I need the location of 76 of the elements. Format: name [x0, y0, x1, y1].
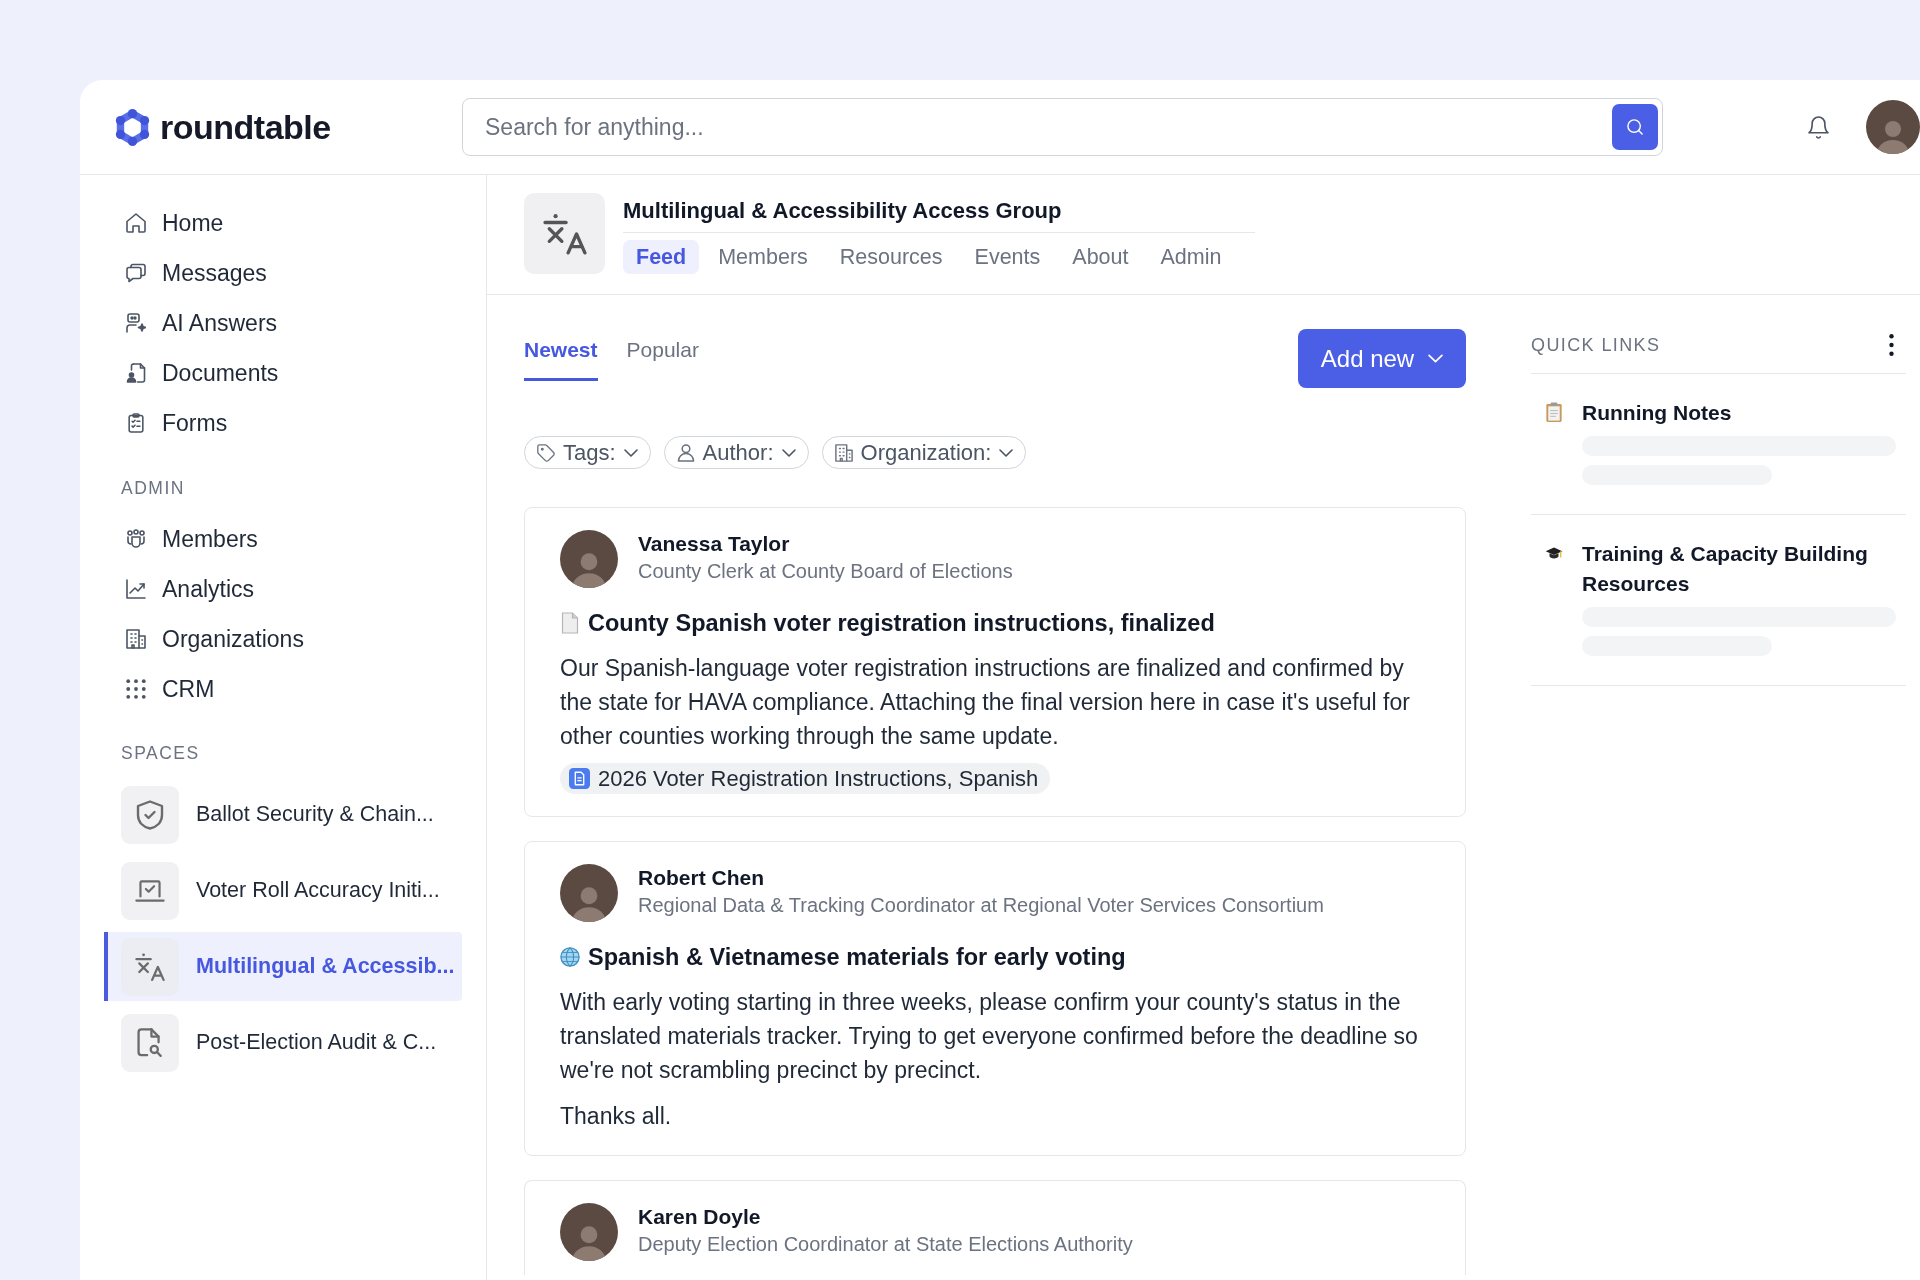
space-item[interactable]: Voter Roll Accuracy Initi... — [104, 856, 462, 925]
search-button[interactable] — [1612, 104, 1658, 150]
sidebar-item[interactable]: Analytics — [104, 564, 462, 614]
sidebar-item[interactable]: Forms — [104, 398, 462, 448]
avatar-placeholder[interactable] — [560, 864, 618, 922]
page-icon — [560, 612, 580, 634]
more-icon[interactable] — [1889, 334, 1894, 356]
chevron-down-icon — [1428, 354, 1444, 363]
quick-link[interactable]: Training & Capacity Building Resources — [1582, 539, 1896, 599]
file-search-icon — [121, 1013, 179, 1072]
dot-grid-icon — [126, 679, 146, 699]
space-item[interactable]: Multilingual & Accessib... — [104, 932, 462, 1001]
author-name[interactable]: Karen Doyle — [638, 1203, 1133, 1231]
post-title[interactable]: Spanish & Vietnamese materials for early voting — [588, 941, 1126, 973]
group-title: Multilingual & Accessibility Access Group — [623, 198, 1062, 223]
author-role: Deputy Election Coordinator at State Elections Authority — [638, 1232, 1133, 1257]
document-person-icon — [126, 363, 146, 383]
tab[interactable]: Members — [705, 240, 821, 274]
translate-icon — [121, 937, 179, 996]
post-body: With early voting starting in three weeks, please confirm your county's status in the translated materials tracker. Trying to get everyone confirmed before the deadline so we're not scrambling precinct by precinct. — [560, 988, 1419, 1085]
clipboard-icon — [1545, 402, 1563, 423]
logo-icon[interactable] — [114, 108, 151, 146]
add-new-button[interactable]: Add new — [1298, 329, 1466, 388]
sidebar-item[interactable]: AI Answers — [104, 298, 462, 348]
author-role: County Clerk at County Board of Elections — [638, 559, 1013, 584]
chevron-down-icon — [999, 448, 1014, 457]
post-title[interactable]: County Spanish voter registration instructions, finalized — [588, 607, 1215, 639]
chevron-down-icon — [623, 448, 638, 457]
space-item[interactable]: Ballot Security & Chain... — [104, 780, 462, 849]
section-label: ADMIN — [121, 478, 185, 498]
sidebar-item[interactable]: Members — [104, 514, 462, 564]
section-label: SPACES — [121, 743, 200, 763]
sidebar-item[interactable]: Documents — [104, 348, 462, 398]
home-icon — [126, 213, 146, 233]
author-name[interactable]: Robert Chen — [638, 864, 1324, 892]
avatar-placeholder[interactable] — [560, 530, 618, 588]
shield-check-icon — [121, 785, 179, 844]
tag-icon — [537, 443, 555, 462]
tab[interactable]: Resources — [826, 240, 956, 274]
quick-link[interactable]: Running Notes — [1582, 398, 1896, 428]
tab[interactable]: About — [1059, 240, 1142, 274]
post-body: Thanks all. — [560, 1102, 673, 1131]
brand-name: roundtable — [160, 107, 331, 147]
search-icon — [1627, 119, 1643, 135]
tab[interactable]: Events — [961, 240, 1054, 274]
sidebar-item[interactable]: Messages — [104, 248, 462, 298]
search-field[interactable]: Search for anything... — [462, 98, 1663, 156]
laptop-check-icon — [121, 861, 179, 920]
chevron-down-icon — [781, 448, 796, 457]
attachment-link[interactable]: 2026 Voter Registration Instructions, Spanish — [560, 763, 1051, 794]
post-body: Our Spanish-language voter registration instructions are finalized and confirmed by the state for HAVA compliance. Attaching the final version here in case it's useful for other counties working through the same update. — [560, 654, 1411, 751]
tab[interactable]: Feed — [623, 240, 700, 274]
sidebar-item[interactable]: CRM — [104, 664, 462, 714]
author-role: Regional Data & Tracking Coordinator at Regional Voter Services Consortium — [638, 893, 1324, 918]
author-name[interactable]: Vanessa Taylor — [638, 530, 1013, 558]
space-item[interactable]: Post-Election Audit & C... — [104, 1008, 462, 1077]
tab[interactable]: Popular — [626, 329, 699, 381]
sidebar-item[interactable]: Organizations — [104, 614, 462, 664]
robot-sparkle-icon — [126, 313, 146, 333]
person-icon — [676, 443, 695, 462]
avatar-placeholder[interactable] — [1866, 100, 1920, 154]
avatar-placeholder[interactable] — [560, 1203, 618, 1261]
tab[interactable]: Newest — [524, 329, 598, 381]
people-icon — [126, 529, 146, 549]
translate-icon — [524, 193, 605, 274]
tab[interactable]: Admin — [1147, 240, 1235, 274]
building-icon — [834, 443, 853, 462]
section-label: QUICK LINKS — [1531, 335, 1661, 355]
sidebar-item[interactable]: Home — [104, 198, 462, 248]
bell-icon[interactable] — [1808, 115, 1829, 139]
document-icon — [569, 768, 590, 789]
chat-bubbles-icon — [126, 263, 146, 283]
clipboard-checklist-icon — [126, 413, 146, 433]
building-icon — [126, 629, 146, 649]
line-chart-icon — [126, 579, 146, 599]
globe-icon — [560, 946, 580, 968]
